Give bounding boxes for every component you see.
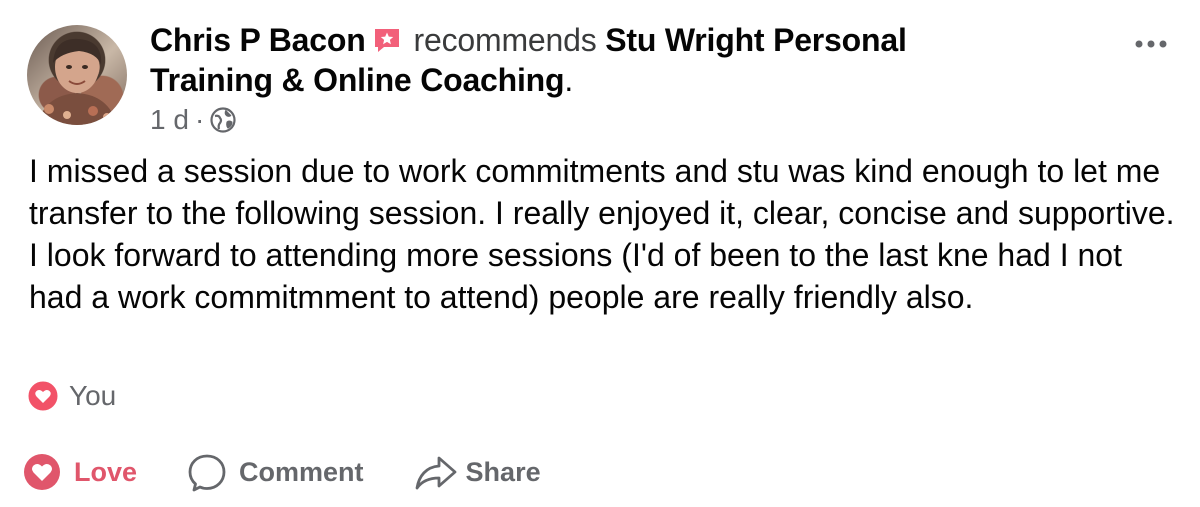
post-time[interactable]: 1 d	[150, 104, 189, 136]
meta-separator: ·	[194, 104, 205, 135]
more-options-icon[interactable]	[1133, 34, 1169, 54]
comment-label: Comment	[239, 456, 364, 487]
post-meta: 1 d ·	[150, 104, 236, 136]
comment-icon	[187, 452, 227, 492]
share-button[interactable]: Share	[414, 452, 541, 492]
post-body: I missed a session due to work commitmen…	[29, 153, 1175, 315]
share-icon	[414, 452, 456, 492]
page-name-continued[interactable]: Training & Online Coaching	[150, 62, 565, 98]
post-header: Chris P Bacon recommends Stu Wright Perso…	[150, 20, 1110, 100]
globe-icon[interactable]	[210, 107, 236, 133]
reactor-names[interactable]: You	[69, 380, 116, 412]
love-label: Love	[74, 456, 138, 487]
author-name[interactable]: Chris P Bacon	[150, 22, 366, 58]
heart-reaction-icon	[27, 380, 59, 412]
reactions-summary[interactable]: You	[27, 380, 116, 412]
love-icon	[22, 452, 62, 492]
love-button[interactable]: Love	[22, 452, 137, 492]
recommends-verb: recommends	[413, 22, 597, 58]
share-label: Share	[465, 456, 541, 487]
star-badge-icon	[372, 23, 402, 52]
author-avatar[interactable]	[27, 25, 127, 125]
action-bar: Love Comment Share	[22, 452, 541, 492]
title-period: .	[564, 62, 574, 98]
post-title: Chris P Bacon recommends Stu Wright Perso…	[150, 20, 1110, 100]
comment-button[interactable]: Comment	[187, 452, 364, 492]
page-name[interactable]: Stu Wright Personal	[605, 22, 907, 58]
